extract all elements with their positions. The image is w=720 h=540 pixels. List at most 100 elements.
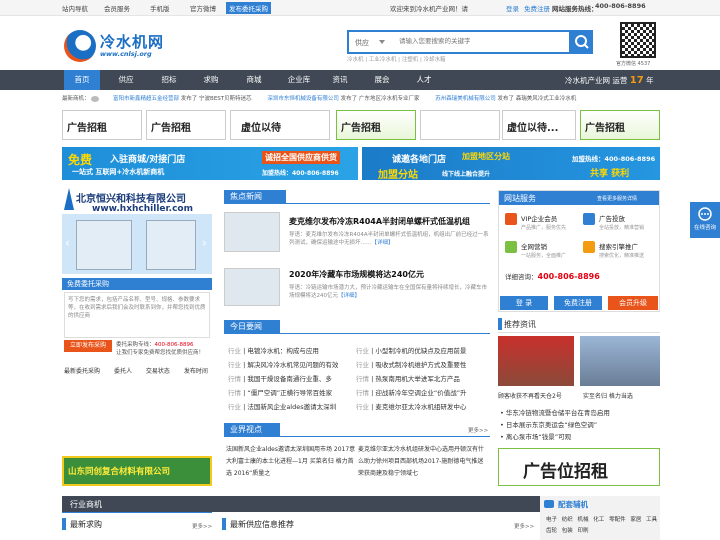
- banner-branch-join[interactable]: 诚邀各地门店 加盟地区分站 加盟分站 线下线上融合提升 加盟热线：400-806…: [362, 147, 660, 181]
- post-request-submit[interactable]: 立即发布采购: [64, 340, 112, 352]
- supply-more-link[interactable]: 更多>>: [514, 522, 534, 530]
- ticker-company-2[interactable]: 深圳市东恒机械设备有限公司: [267, 96, 339, 102]
- parts-link[interactable]: 工具: [646, 517, 657, 523]
- site-nav-link[interactable]: 站内导航: [62, 3, 88, 13]
- hot-keywords[interactable]: 冷水机 | 工业冷水机 | 注塑机 | 冷却水箱: [347, 55, 446, 63]
- left-company-ad[interactable]: 山东同创复合材料有限公司: [62, 456, 212, 486]
- upgrade-button[interactable]: 会员升级: [608, 296, 658, 310]
- free-request-textarea[interactable]: 写下您的需求，包括产品名称、型号、规格、参数要求等，在收到需求后我们会及时联系到…: [64, 292, 210, 338]
- parts-link[interactable]: 电子: [546, 517, 557, 523]
- news-item[interactable]: 行情 | 我国干燥设备南通行业重、多: [228, 373, 332, 383]
- viewpoint-title: 业界视点: [224, 423, 280, 437]
- nav-expo[interactable]: 展会: [364, 70, 400, 90]
- nav-supply[interactable]: 供应: [108, 70, 144, 90]
- right-big-ad[interactable]: 广告位招租: [498, 448, 660, 486]
- company-name[interactable]: 北京恒兴和科技有限公司: [76, 190, 186, 205]
- login-link[interactable]: 登录: [506, 3, 519, 13]
- viewpoint-list-left[interactable]: 法国新风企业aldes邀请太深圳国用市场 2017意大利富士康的本土化进程—1月…: [226, 444, 356, 480]
- nav-mall[interactable]: 商城: [236, 70, 272, 90]
- prev-arrow-icon[interactable]: ‹: [65, 236, 70, 250]
- rec-image-2[interactable]: [580, 336, 660, 386]
- online-consult-button[interactable]: 在线咨询: [690, 202, 720, 238]
- parts-link[interactable]: 印刷: [578, 528, 589, 534]
- viewpoint-list-right[interactable]: 麦克维尔亚太冷水机组研发中心选用丹顿汉有什么助力徐州项目西部机场2017-施耐德…: [358, 444, 488, 480]
- register-button[interactable]: 免费注册: [554, 296, 602, 310]
- svc-more-link[interactable]: 查看更多服务详情: [597, 195, 637, 202]
- news-thumbnail[interactable]: [224, 212, 280, 252]
- login-button[interactable]: 登 录: [500, 296, 548, 310]
- parts-link[interactable]: 家居: [630, 517, 641, 523]
- rec-caption-2[interactable]: 实至名归 格力当选: [583, 391, 633, 400]
- parts-link[interactable]: 化工: [593, 517, 604, 523]
- rec-list-item[interactable]: • 日本展示东京奥运会“绿色空调”: [500, 419, 610, 431]
- search-input[interactable]: [399, 37, 559, 45]
- ticker-item-1[interactable]: 宁波BEST贝斯特迷芯: [199, 96, 252, 102]
- parts-link[interactable]: 纺织: [562, 517, 573, 523]
- parts-link[interactable]: 机械: [578, 517, 589, 523]
- ad-slot-2[interactable]: 广告招租: [146, 110, 226, 140]
- ad-slot-6[interactable]: 虚位以待...: [502, 110, 576, 140]
- register-link[interactable]: 免费注册: [524, 3, 550, 13]
- logo-icon[interactable]: [64, 30, 96, 62]
- nav-home[interactable]: 首页: [64, 70, 100, 90]
- news-item[interactable]: 行业 | 吸收式制冷机维护方式及重要性: [356, 359, 466, 369]
- rec-list-item[interactable]: • 离心泵市场“钱景”可观: [500, 431, 610, 443]
- svc-marketing[interactable]: 全网营销 一站服务，全面推广: [521, 241, 566, 259]
- nav-jobs[interactable]: 人才: [406, 70, 442, 90]
- ticker-company-1[interactable]: 富阳市新鑫精超五金经营部: [113, 96, 179, 102]
- ticker-item-2[interactable]: 广东地区冷水机专业厂家: [359, 96, 420, 102]
- rec-list-item[interactable]: • 华东冷链物流暨仓储平台在青岛启用: [500, 407, 610, 419]
- weibo-link[interactable]: 官方微博: [190, 3, 216, 13]
- news-thumbnail[interactable]: [224, 268, 280, 306]
- banner-mall-join[interactable]: 免费 入驻商城/对接门店 一站式 互联网+冷水机新商机 诚招全国供应商供货 加盟…: [62, 147, 358, 180]
- ad-slot-5[interactable]: [420, 110, 500, 140]
- ticker-company-3[interactable]: 苏州森瑞美机械有限公司: [435, 96, 496, 102]
- parts-link[interactable]: 齿轮: [546, 528, 557, 534]
- post-request-button[interactable]: 发布委托采购: [226, 2, 271, 14]
- product-slideshow[interactable]: ‹ ›: [62, 214, 212, 274]
- next-arrow-icon[interactable]: ›: [202, 236, 207, 250]
- ticker-item-3[interactable]: 森瑞美风冷式工业冷水机: [516, 96, 577, 102]
- news-item[interactable]: 行情 | 迎战新冷年空调企业“价值战”升: [356, 387, 467, 397]
- search-box: 供应: [347, 30, 571, 54]
- focus-news-title: 焦点新闻: [224, 190, 286, 204]
- ad-slot-4[interactable]: 广告招租: [336, 110, 416, 140]
- viewpoint-more-link[interactable]: 更多>>: [468, 426, 488, 434]
- news-item[interactable]: 行情 | 热泵南用机大举进军北方产品: [356, 373, 460, 383]
- company-url[interactable]: www.hxhchiller.com: [92, 204, 193, 214]
- rec-caption-1[interactable]: 顾客收获不再看天仓2号: [498, 391, 562, 400]
- news-item[interactable]: 行业 | 麦克维尔亚太冷水机组研发中心: [356, 401, 466, 411]
- news-item[interactable]: 行情 | “僵尸空调”正横行导常百姓家: [228, 387, 332, 397]
- nav-tender[interactable]: 招标: [151, 70, 187, 90]
- logo-text[interactable]: 冷水机网: [100, 31, 164, 52]
- ad-slot-1[interactable]: 广告招租: [62, 110, 142, 140]
- rec-list: • 华东冷链物流暨仓储平台在青岛启用 • 日本展示东京奥运会“绿色空调” • 离…: [500, 407, 610, 443]
- parts-link[interactable]: 包装: [562, 528, 573, 534]
- member-service-link[interactable]: 会员服务: [104, 3, 130, 13]
- mobile-link[interactable]: 手机版: [150, 3, 170, 13]
- svc-vip[interactable]: VIP企业会员 产品推广，服务优先: [521, 213, 566, 231]
- welcome-text: 欢迎来到冷水机产业网！请: [390, 5, 468, 13]
- nav-news[interactable]: 资讯: [322, 70, 358, 90]
- news-item[interactable]: 行业 | 小型制冷机的优缺点及应用前景: [356, 345, 466, 355]
- news-item[interactable]: 行业 | 电镀冷水机：构成与应用: [228, 345, 319, 355]
- buy-more-link[interactable]: 更多>>: [192, 522, 212, 530]
- ad-label: 广告招租: [151, 123, 191, 134]
- news-item[interactable]: 行业 | 解决风冷冷水机常见问题的有效: [228, 359, 338, 369]
- detail-link[interactable]: 【详细】: [372, 240, 394, 246]
- rec-image-1[interactable]: [498, 336, 574, 386]
- nav-buy[interactable]: 求购: [193, 70, 229, 90]
- search-category-select[interactable]: 供应: [355, 38, 369, 48]
- request-col-latest[interactable]: 最新委托采购: [64, 368, 100, 375]
- nav-companies[interactable]: 企业库: [279, 70, 319, 90]
- ad-slot-7[interactable]: 广告招租: [580, 110, 660, 140]
- svc-seo[interactable]: 搜索引擎推广 搜索优化，精准推送: [599, 241, 644, 259]
- headline-1[interactable]: 麦克维尔发布冷冻R404A半封闭单螺杆式低温机组: [289, 216, 470, 227]
- headline-2[interactable]: 2020年冷藏车市场规模将达240亿元: [289, 269, 424, 280]
- svc-ad[interactable]: 广告投放 全站投放，精准营销: [599, 213, 644, 231]
- ad-slot-3[interactable]: 虚位以待: [230, 110, 330, 140]
- parts-link[interactable]: 零配件: [609, 517, 626, 523]
- news-item[interactable]: 行业 | 法国新风企业aldes邀请太深圳: [228, 401, 336, 411]
- search-button[interactable]: [571, 30, 593, 54]
- detail-link[interactable]: 【详细】: [338, 293, 360, 299]
